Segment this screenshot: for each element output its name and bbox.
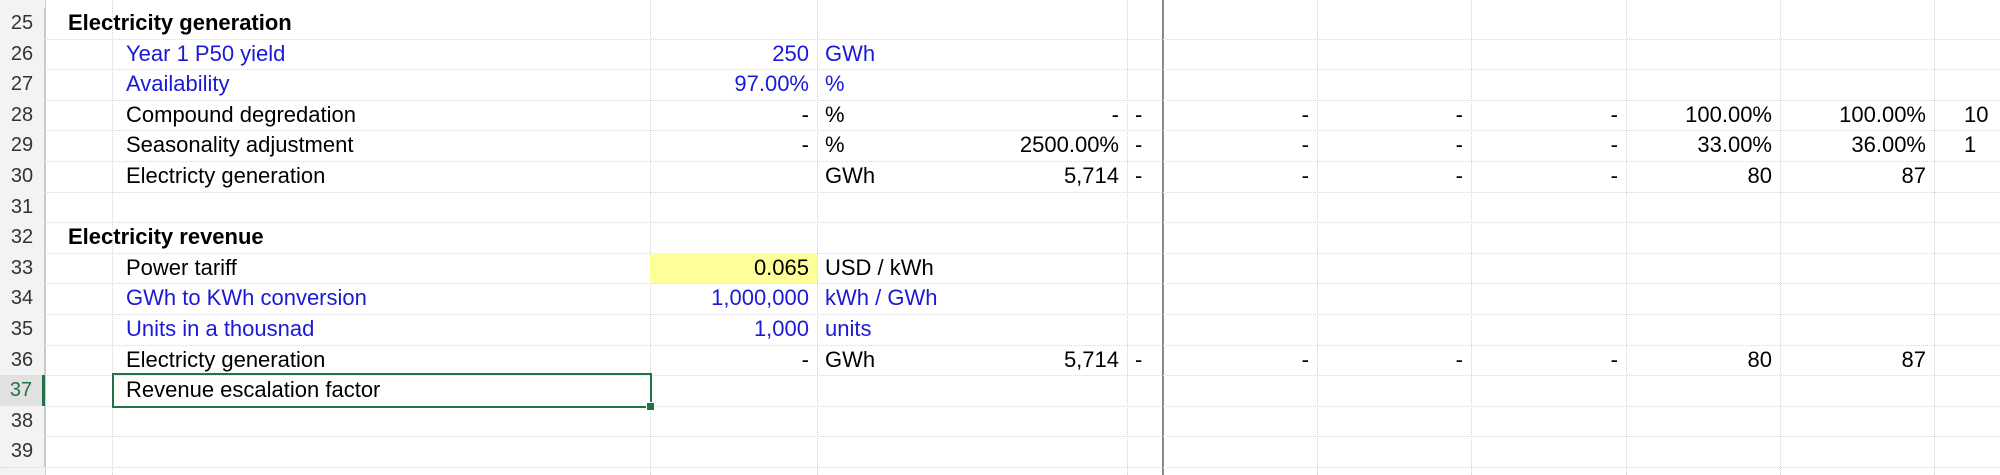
unit-cell[interactable]: units (817, 314, 1127, 345)
input-value-cell[interactable]: 97.00% (650, 69, 817, 100)
unit-cell[interactable]: USD / kWh (817, 253, 1127, 284)
total-cell[interactable]: 2500.00% (967, 130, 1127, 161)
input-value-cell[interactable]: 1,000,000 (650, 283, 817, 314)
timeline-cell-c3[interactable]: - (1317, 161, 1471, 192)
unit-cell[interactable]: kWh / GWh (817, 283, 1127, 314)
timeline-cell-c1[interactable]: - (1127, 100, 1162, 131)
spreadsheet-grid[interactable]: 25 Electricity generation 26 Year 1 P50 yie… (0, 0, 2000, 475)
row-number[interactable]: 30 (0, 161, 45, 192)
timeline-cell-c7[interactable]: 1 (1934, 130, 2000, 161)
timeline-cell-c7[interactable] (1934, 161, 2000, 192)
row-label-cell[interactable]: Compound degredation (112, 100, 650, 131)
timeline-cell-c7[interactable]: 10 (1934, 100, 2000, 131)
sheet-row: 32 Electricity revenue (0, 222, 2000, 254)
row-label-cell[interactable]: Power tariff (112, 253, 650, 284)
row-label-cell[interactable]: Electricty generation (112, 345, 650, 376)
timeline-cell-c4[interactable]: - (1471, 130, 1626, 161)
highlighted-input-cell[interactable]: 0.065 (650, 252, 817, 284)
sheet-row: 30 Electricty generation GWh 5,714- - - -80 87 (0, 161, 2000, 193)
row-number[interactable]: 26 (0, 38, 45, 70)
total-cell[interactable]: 5,714 (967, 161, 1127, 192)
timeline-cell-c2[interactable]: - (1162, 100, 1317, 131)
row-number[interactable]: 29 (0, 130, 45, 161)
sheet-row: 29 Seasonality adjustment -% 2500.00% - - - -33… (0, 130, 2000, 162)
timeline-cell-c6[interactable]: 100.00% (1780, 100, 1934, 131)
section-heading[interactable]: Electricity generation (60, 8, 650, 39)
row-label-cell[interactable] (112, 192, 650, 223)
row-label-cell[interactable]: GWh to KWh conversion (112, 283, 650, 314)
row-number[interactable]: 38 (0, 405, 45, 437)
row-number[interactable]: 37 (0, 375, 45, 406)
sheet-row: 27 Availability 97.00%% (0, 69, 2000, 101)
unit-cell[interactable]: GWh (817, 39, 1127, 70)
row-label-cell[interactable]: Electricty generation (112, 161, 650, 192)
timeline-cell-c5[interactable]: 80 (1626, 345, 1780, 376)
sheet-row: 35 Units in a thousnad 1,000 units (0, 314, 2000, 346)
timeline-cell-c5[interactable]: 100.00% (1626, 100, 1780, 131)
row-label-cell[interactable] (112, 436, 650, 467)
timeline-cell-c4[interactable]: - (1471, 345, 1626, 376)
row-number[interactable]: 39 (0, 436, 45, 467)
row-label-cell[interactable]: Availability (112, 69, 650, 100)
sheet-row: 36 Electricty generation - GWh 5,714- - - -80 87 (0, 344, 2000, 377)
input-value-cell[interactable]: 1,000 (650, 314, 817, 345)
input-value-cell[interactable]: 250 (650, 39, 817, 70)
row-number[interactable]: 32 (0, 222, 45, 253)
timeline-cell-c1[interactable]: - (1127, 345, 1162, 376)
row-number[interactable]: 25 (0, 8, 45, 39)
sheet-row: 37 Revenue escalation factor (0, 373, 2000, 411)
total-cell[interactable]: - (967, 100, 1127, 131)
sheet-row: 38 (0, 405, 2000, 438)
sheet-row: 33 Power tariff 0.065 USD / kWh (0, 252, 2000, 285)
sheet-row: 39 (0, 436, 2000, 468)
row-label-cell[interactable] (112, 406, 650, 437)
row-number[interactable]: 31 (0, 191, 45, 223)
timeline-cell-c4[interactable]: - (1471, 100, 1626, 131)
timeline-cell-c1[interactable]: - (1127, 130, 1162, 161)
total-cell[interactable]: 5,714 (967, 345, 1127, 376)
timeline-cell-c1[interactable]: - (1127, 161, 1162, 192)
row-number[interactable]: 35 (0, 314, 45, 345)
timeline-cell-c5[interactable]: 33.00% (1626, 130, 1780, 161)
sheet-row: 31 (0, 191, 2000, 224)
input-value-cell[interactable]: - (650, 345, 817, 376)
sheet-row: 25 Electricity generation (0, 8, 2000, 40)
timeline-cell-c2[interactable]: - (1162, 161, 1317, 192)
row-number[interactable]: 36 (0, 344, 45, 376)
row-label-cell[interactable]: Seasonality adjustment (112, 130, 650, 161)
timeline-cell-c6[interactable]: 36.00% (1780, 130, 1934, 161)
row-number[interactable]: 28 (0, 99, 45, 131)
input-value-cell[interactable]: - (650, 130, 817, 161)
row-number[interactable]: 33 (0, 252, 45, 284)
row-label-cell[interactable]: Year 1 P50 yield (112, 39, 650, 70)
sheet-row: 26 Year 1 P50 yield 250 GWh (0, 38, 2000, 71)
section-heading[interactable]: Electricity revenue (60, 222, 650, 253)
timeline-cell-c3[interactable]: - (1317, 100, 1471, 131)
sheet-row: 28 Compound degredation -% - - - - -100.00% 100.… (0, 99, 2000, 132)
timeline-cell-c6[interactable]: 87 (1780, 161, 1934, 192)
timeline-cell-c5[interactable]: 80 (1626, 161, 1780, 192)
row-number[interactable]: 27 (0, 69, 45, 100)
timeline-cell-c6[interactable]: 87 (1780, 345, 1934, 376)
timeline-cell-c2[interactable]: - (1162, 130, 1317, 161)
input-value-cell[interactable] (650, 161, 817, 192)
input-value-cell[interactable]: - (650, 100, 817, 131)
timeline-cell-c4[interactable]: - (1471, 161, 1626, 192)
timeline-cell-c2[interactable]: - (1162, 345, 1317, 376)
row-label-cell[interactable]: Units in a thousnad (112, 314, 650, 345)
timeline-cell-c7[interactable] (1934, 345, 2000, 376)
sheet-row: 34 GWh to KWh conversion 1,000,000 kWh / GW… (0, 283, 2000, 315)
unit-cell[interactable]: % (817, 69, 1127, 100)
timeline-cell-c3[interactable]: - (1317, 130, 1471, 161)
row-number[interactable]: 34 (0, 283, 45, 314)
row-label-cell[interactable]: Revenue escalation factor (112, 375, 650, 406)
timeline-cell-c3[interactable]: - (1317, 345, 1471, 376)
